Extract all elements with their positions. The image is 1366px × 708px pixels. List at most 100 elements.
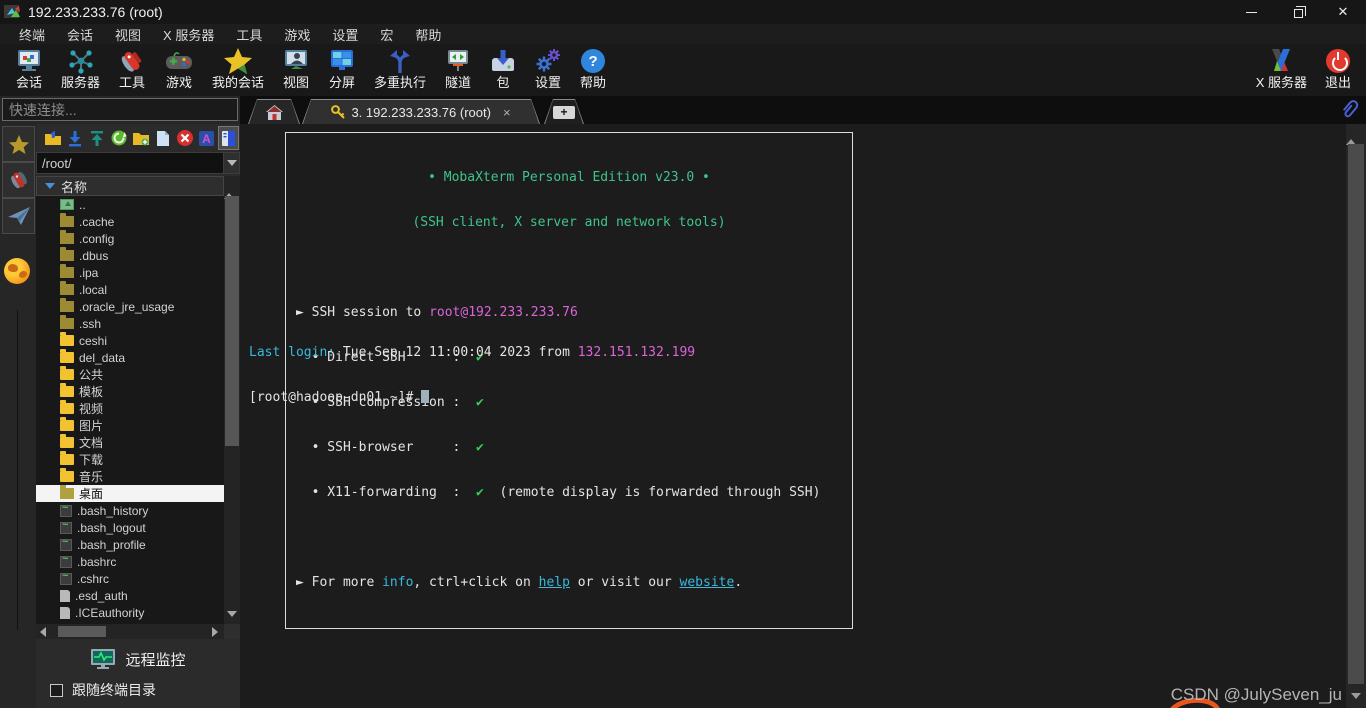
file-row[interactable]: .bash_logout (36, 519, 224, 536)
scroll-right-icon[interactable] (212, 627, 218, 637)
file-row[interactable]: .bash_history (36, 502, 224, 519)
toolbar-mysessions-button[interactable]: 我的会话 (203, 44, 273, 96)
menu-games[interactable]: 游戏 (273, 25, 321, 44)
path-input[interactable] (36, 152, 224, 174)
menu-help[interactable]: 帮助 (404, 25, 452, 44)
file-row[interactable]: 文档 (36, 434, 224, 451)
sidebar-tab-tools[interactable] (2, 162, 35, 198)
scrollbar-thumb[interactable] (58, 626, 106, 637)
terminal-area[interactable]: • MobaXterm Personal Edition v23.0 • (SS… (241, 124, 1366, 708)
path-dropdown-button[interactable] (224, 152, 240, 174)
toolbar-split-button[interactable]: 分屏 (319, 44, 365, 96)
refresh-button[interactable] (108, 126, 129, 150)
new-file-button[interactable] (152, 126, 173, 150)
remote-monitoring-button[interactable]: 远程监控 (36, 646, 240, 672)
file-row[interactable]: ceshi (36, 332, 224, 349)
toolbar-settings-button[interactable]: 设置 (525, 44, 571, 96)
quick-connect-input[interactable] (2, 98, 238, 121)
file-row[interactable]: 公共 (36, 366, 224, 383)
file-row[interactable]: 音乐 (36, 468, 224, 485)
file-row[interactable]: .cshrc (36, 570, 224, 587)
file-row[interactable]: 视频 (36, 400, 224, 417)
globe-icon[interactable] (4, 258, 30, 284)
scrollbar-thumb[interactable] (1348, 144, 1364, 684)
file-row[interactable]: 图片 (36, 417, 224, 434)
toggle-panel-button[interactable] (218, 126, 239, 150)
tab-home[interactable] (248, 99, 300, 124)
tab-active-session[interactable]: 3. 192.233.233.76 (root) × (302, 99, 540, 124)
scroll-down-icon[interactable] (1351, 693, 1361, 699)
list-header[interactable]: 名称 (36, 176, 224, 196)
menu-settings[interactable]: 设置 (321, 25, 369, 44)
new-tab-button[interactable]: + (544, 99, 584, 124)
scroll-down-icon[interactable] (227, 611, 237, 617)
toolbar-exit-button[interactable]: 退出 (1316, 44, 1360, 96)
file-row[interactable]: .esd_auth (36, 587, 224, 604)
menu-macros[interactable]: 宏 (369, 25, 404, 44)
toolbar-multiexec-button[interactable]: 多重执行 (365, 44, 435, 96)
toolbar-tunnel-label: 隧道 (445, 75, 471, 90)
file-row-selected[interactable]: 桌面 (36, 485, 224, 502)
toolbar-exit-label: 退出 (1325, 75, 1351, 90)
main-toolbar: 会话 服务器 工具 游戏 我的会话 (0, 44, 1366, 96)
toolbar-view-button[interactable]: 视图 (273, 44, 319, 96)
folder-icon (60, 437, 74, 448)
menu-sessions[interactable]: 会话 (56, 25, 104, 44)
file-row[interactable]: .config (36, 230, 224, 247)
servers-icon (67, 47, 95, 75)
follow-terminal-label: 跟随终端目录 (72, 680, 156, 700)
file-row[interactable]: .ipa (36, 264, 224, 281)
file-row[interactable]: .ICEauthority (36, 604, 224, 621)
file-row[interactable]: 模板 (36, 383, 224, 400)
package-icon (490, 47, 516, 75)
file-row[interactable]: .oracle_jre_usage (36, 298, 224, 315)
file-row[interactable]: 下载 (36, 451, 224, 468)
website-link[interactable]: website (680, 575, 735, 590)
file-row[interactable]: .dbus (36, 247, 224, 264)
file-row[interactable]: .bashrc (36, 553, 224, 570)
toolbar-servers-button[interactable]: 服务器 (52, 44, 109, 96)
file-row[interactable]: .cache (36, 213, 224, 230)
folder-icon (60, 471, 74, 482)
sidebar-tab-macros[interactable] (2, 198, 35, 234)
file-list-vertical-scrollbar[interactable] (224, 176, 240, 624)
banner-subtitle: (SSH client, X server and network tools) (296, 215, 842, 230)
go-up-folder-button[interactable] (42, 126, 63, 150)
banner-title: • MobaXterm Personal Edition v23.0 • (296, 170, 842, 185)
menu-tools[interactable]: 工具 (225, 25, 273, 44)
scroll-up-icon[interactable] (1346, 124, 1356, 145)
close-button[interactable]: ✕ (1320, 0, 1366, 24)
toolbar-help-button[interactable]: ? 帮助 (571, 44, 615, 96)
new-folder-button[interactable] (130, 126, 151, 150)
menu-view[interactable]: 视图 (104, 25, 152, 44)
upload-button[interactable] (86, 126, 107, 150)
toolbar-games-button[interactable]: 游戏 (155, 44, 203, 96)
file-row[interactable]: .. (36, 196, 224, 213)
restore-button[interactable] (1274, 0, 1320, 24)
toolbar-tunnel-button[interactable]: 隧道 (435, 44, 481, 96)
help-link[interactable]: help (539, 575, 570, 590)
knife-icon (8, 169, 30, 191)
file-row[interactable]: .ssh (36, 315, 224, 332)
paperclip-icon[interactable] (1340, 98, 1360, 125)
menu-xserver[interactable]: X 服务器 (152, 25, 225, 44)
sidebar-tab-sessions[interactable] (2, 126, 35, 162)
scroll-left-icon[interactable] (40, 627, 46, 637)
scrollbar-thumb[interactable] (225, 196, 239, 446)
delete-button[interactable] (174, 126, 195, 150)
toolbar-package-button[interactable]: 包 (481, 44, 525, 96)
download-button[interactable] (64, 126, 85, 150)
toolbar-tools-button[interactable]: 工具 (109, 44, 155, 96)
file-row[interactable]: del_data (36, 349, 224, 366)
terminal-scrollbar[interactable] (1346, 124, 1366, 708)
menu-terminal[interactable]: 终端 (8, 25, 56, 44)
rename-button[interactable]: A (196, 126, 217, 150)
file-list-horizontal-scrollbar[interactable] (36, 624, 240, 639)
toolbar-session-button[interactable]: 会话 (6, 44, 52, 96)
toolbar-xserver-button[interactable]: X 服务器 (1247, 44, 1316, 96)
follow-terminal-checkbox[interactable] (50, 684, 63, 697)
minimize-button[interactable] (1228, 0, 1274, 24)
tab-close-icon[interactable]: × (497, 105, 511, 120)
file-row[interactable]: .local (36, 281, 224, 298)
file-row[interactable]: .bash_profile (36, 536, 224, 553)
